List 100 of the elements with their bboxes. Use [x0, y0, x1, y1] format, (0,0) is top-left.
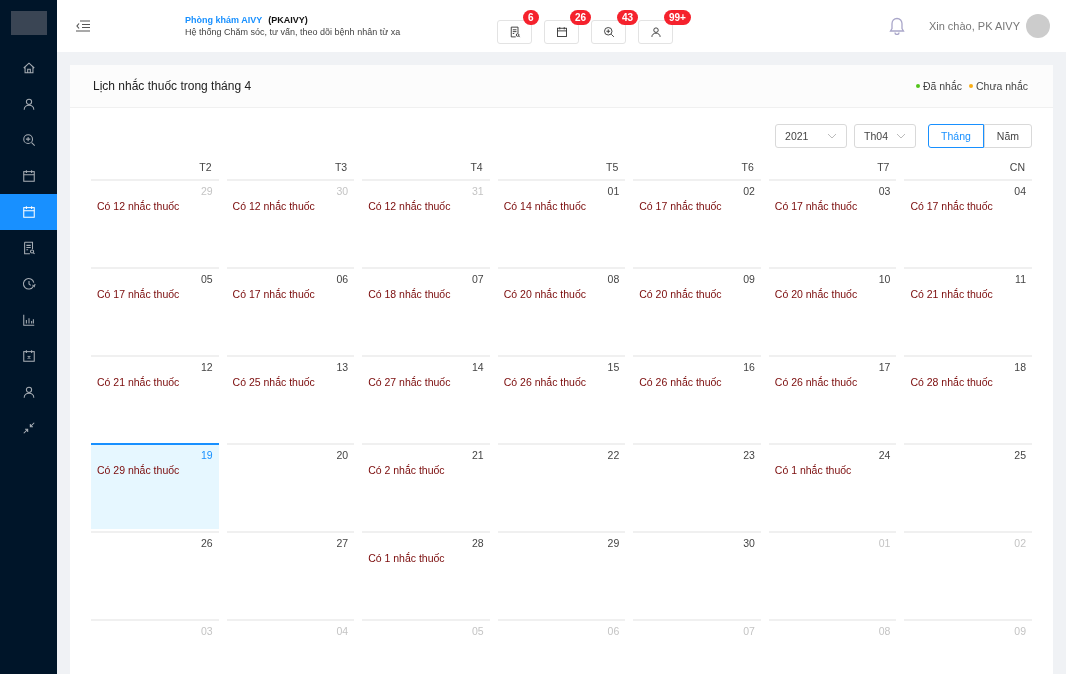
user-icon — [21, 385, 36, 399]
day-cell[interactable]: 03 Có 17 nhắc thuốc — [768, 179, 897, 265]
calendar-icon — [21, 169, 36, 183]
day-cell[interactable]: 09 Có 20 nhắc thuốc — [633, 267, 761, 353]
avatar[interactable] — [1026, 14, 1050, 38]
day-cell[interactable]: 22 — [497, 443, 626, 529]
weekday-header: T3 — [333, 161, 349, 175]
day-number: 30 — [742, 537, 755, 549]
legend-label: Đã nhắc — [922, 80, 962, 92]
calendar-icon — [555, 26, 568, 38]
day-cell[interactable]: 30 — [633, 531, 761, 617]
day-cell[interactable]: 12 Có 21 nhắc thuốc — [91, 355, 219, 441]
shortcut-button[interactable] — [638, 20, 673, 44]
notification-bell-icon[interactable] — [888, 17, 905, 35]
user-icon — [21, 97, 36, 111]
day-number: 15 — [606, 361, 620, 373]
view-toggle[interactable]: Năm — [983, 124, 1032, 148]
day-cell[interactable]: 29 Có 12 nhắc thuốc — [91, 179, 219, 265]
reminder-text: Có 28 nhắc thuốc — [910, 376, 994, 388]
weekday-header: T7 — [876, 161, 891, 175]
reminder-text: Có 26 nhắc thuốc — [774, 376, 859, 388]
reminder-text: Có 14 nhắc thuốc — [503, 200, 587, 212]
day-cell[interactable]: 23 — [633, 443, 761, 529]
reminder-text: Có 2 nhắc thuốc — [368, 464, 446, 476]
month-select[interactable]: Th04 — [854, 124, 917, 148]
day-cell[interactable]: 26 — [91, 531, 219, 617]
day-number: 11 — [1014, 273, 1026, 285]
reminder-text: Có 17 nhắc thuốc — [774, 200, 859, 212]
day-number: 12 — [199, 361, 213, 373]
day-number: 29 — [606, 537, 620, 549]
day-number: 02 — [742, 185, 755, 197]
count-badge: 43 — [617, 10, 639, 25]
day-cell[interactable]: 07 Có 18 nhắc thuốc — [362, 267, 490, 353]
day-cell[interactable]: 27 — [226, 531, 355, 617]
day-number: 24 — [877, 449, 891, 461]
nav-item[interactable] — [0, 194, 57, 230]
reminder-text: Có 18 nhắc thuốc — [368, 288, 452, 300]
chevron-down-icon — [827, 133, 838, 139]
reminder-text: Có 12 nhắc thuốc — [232, 200, 316, 212]
day-number: 10 — [877, 273, 891, 285]
day-number: 03 — [877, 185, 891, 197]
card-title: Lịch nhắc thuốc trong tháng 4 — [93, 79, 252, 93]
day-number: 13 — [335, 361, 349, 373]
reminder-text: Có 20 nhắc thuốc — [639, 288, 723, 300]
count-badge: 26 — [570, 10, 592, 25]
day-number: 04 — [1013, 185, 1026, 197]
day-cell[interactable]: 14 Có 27 nhắc thuốc — [362, 355, 490, 441]
day-cell[interactable]: 10 Có 20 nhắc thuốc — [768, 267, 897, 353]
greeting-text: Xin chào, PK AIVY — [928, 20, 1020, 32]
day-cell[interactable]: 11 Có 21 nhắc thuốc — [904, 267, 1032, 353]
day-cell[interactable]: 04 Có 17 nhắc thuốc — [904, 179, 1032, 265]
chevron-down-icon — [896, 133, 907, 139]
day-cell[interactable]: 13 Có 25 nhắc thuốc — [226, 355, 355, 441]
user-icon — [649, 26, 662, 38]
day-cell[interactable]: 31 Có 12 nhắc thuốc — [362, 179, 490, 265]
legend-label: Chưa nhắc — [976, 80, 1028, 92]
day-cell[interactable]: 05 Có 17 nhắc thuốc — [91, 267, 219, 353]
day-cell[interactable]: 30 Có 12 nhắc thuốc — [226, 179, 355, 265]
day-number: 29 — [199, 185, 213, 197]
day-cell[interactable]: 16 Có 26 nhắc thuốc — [633, 355, 761, 441]
day-cell[interactable]: 29 — [497, 531, 626, 617]
day-number: 06 — [335, 273, 349, 285]
day-cell[interactable]: 17 Có 26 nhắc thuốc — [768, 355, 897, 441]
weekday-header: T2 — [198, 161, 213, 175]
day-cell[interactable]: 08 Có 20 nhắc thuốc — [497, 267, 626, 353]
menu-icon[interactable] — [76, 20, 90, 32]
day-cell[interactable]: 01 Có 14 nhắc thuốc — [497, 179, 626, 265]
day-cell[interactable]: 06 Có 17 nhắc thuốc — [226, 267, 355, 353]
count-badge: 99+ — [664, 10, 691, 25]
calendar-icon — [21, 349, 36, 363]
day-cell[interactable]: 25 — [904, 443, 1032, 529]
day-cell[interactable]: 19 Có 29 nhắc thuốc — [91, 443, 219, 529]
day-number: 31 — [471, 185, 484, 197]
clinic-subtitle: Hệ thống Chăm sóc, tư vấn, theo dõi bệnh nhân từ xa — [185, 27, 402, 37]
count-badge: 6 — [523, 10, 539, 25]
weekday-header: T5 — [605, 161, 620, 175]
day-cell[interactable]: 21 Có 2 nhắc thuốc — [362, 443, 490, 529]
clinic-code: (PKAIVY) — [268, 15, 308, 25]
reminder-text: Có 20 nhắc thuốc — [774, 288, 859, 300]
shortcut-button[interactable] — [544, 20, 579, 44]
reminder-text: Có 21 nhắc thuốc — [910, 288, 994, 300]
logo-placeholder — [10, 11, 47, 35]
year-select[interactable]: 2021 — [775, 124, 848, 148]
calendar-icon — [21, 205, 36, 219]
day-cell[interactable]: 24 Có 1 nhắc thuốc — [768, 443, 897, 529]
shortcut-button[interactable] — [591, 20, 626, 44]
day-number: 19 — [199, 449, 213, 461]
day-cell[interactable]: 18 Có 28 nhắc thuốc — [904, 355, 1032, 441]
reminder-text: Có 25 nhắc thuốc — [232, 376, 316, 388]
reminder-text: Có 1 nhắc thuốc — [368, 552, 446, 564]
day-number: 08 — [606, 273, 620, 285]
collapse-icon — [21, 421, 36, 435]
shortcut-button[interactable] — [497, 20, 532, 44]
day-cell[interactable]: 15 Có 26 nhắc thuốc — [497, 355, 626, 441]
zoom-in-icon — [21, 133, 36, 147]
day-number: 17 — [877, 361, 891, 373]
weekday-header: T4 — [469, 161, 484, 175]
day-cell[interactable]: 28 Có 1 nhắc thuốc — [362, 531, 490, 617]
day-cell[interactable]: 20 — [226, 443, 355, 529]
day-cell[interactable]: 02 Có 17 nhắc thuốc — [633, 179, 761, 265]
